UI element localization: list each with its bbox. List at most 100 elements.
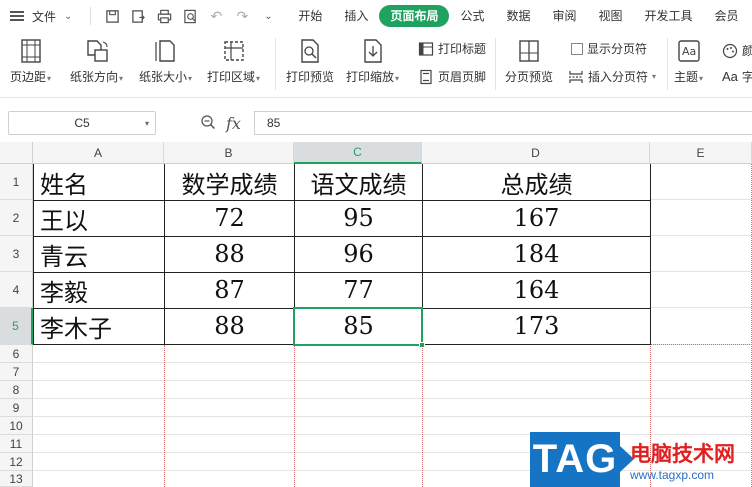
- orientation-button[interactable]: 纸张方向▾: [70, 38, 123, 85]
- theme-label: 主题: [674, 70, 699, 84]
- cell-b3[interactable]: 88: [165, 236, 294, 272]
- cell-a1[interactable]: 姓名: [34, 164, 164, 200]
- cell-c3[interactable]: 96: [295, 236, 422, 272]
- chevron-down-icon[interactable]: ▾: [145, 119, 149, 128]
- print-preview-label: 打印预览: [286, 70, 335, 84]
- print-scale-icon: [360, 38, 386, 64]
- cell-d5[interactable]: 173: [423, 308, 650, 344]
- print-preview-button[interactable]: 打印预览: [286, 38, 334, 85]
- row-header-8[interactable]: 8: [0, 381, 33, 399]
- theme-fonts-button[interactable]: Aa 字: [722, 68, 752, 85]
- gridline: [650, 307, 752, 308]
- row-header-9[interactable]: 9: [0, 399, 33, 417]
- formula-input[interactable]: 85: [254, 111, 752, 135]
- active-cell-selection: [293, 307, 423, 346]
- cell-a2[interactable]: 王以: [34, 200, 164, 236]
- cell-b5[interactable]: 88: [165, 308, 294, 344]
- column-header-a[interactable]: A: [33, 142, 164, 164]
- tab-formulas[interactable]: 公式: [449, 5, 495, 27]
- fill-handle[interactable]: [419, 342, 425, 348]
- tab-review[interactable]: 审阅: [541, 5, 587, 27]
- redo-icon[interactable]: ↷: [233, 7, 251, 25]
- undo-icon[interactable]: ↶: [207, 7, 225, 25]
- column-header-b[interactable]: B: [164, 142, 294, 164]
- export-pdf-icon[interactable]: [129, 7, 147, 25]
- ribbon-divider: [495, 38, 496, 90]
- gridline: [33, 398, 752, 399]
- row-header-5[interactable]: 5: [0, 308, 33, 345]
- theme-button[interactable]: Aa 主题▾: [674, 38, 703, 85]
- insert-page-break-label: 插入分页符: [588, 70, 649, 84]
- chevron-down-icon: ⌄: [64, 10, 73, 22]
- cell-d1[interactable]: 总成绩: [423, 164, 650, 200]
- theme-colors-button[interactable]: 颜: [722, 42, 752, 59]
- cell-d3[interactable]: 184: [423, 236, 650, 272]
- page-break-line: [294, 345, 295, 487]
- print-icon[interactable]: [155, 7, 173, 25]
- row-header-10[interactable]: 10: [0, 417, 33, 435]
- file-menu[interactable]: 文件 ⌄: [0, 0, 72, 32]
- row-header-13[interactable]: 13: [0, 471, 33, 487]
- header-footer-button[interactable]: 页眉页脚: [418, 68, 486, 85]
- zoom-search-icon[interactable]: [200, 114, 216, 133]
- paper-size-label: 纸张大小: [139, 70, 188, 84]
- tab-member[interactable]: 会员: [704, 5, 750, 27]
- print-preview-large-icon: [297, 38, 323, 64]
- svg-text:Aa: Aa: [682, 45, 696, 58]
- row-header-12[interactable]: 12: [0, 453, 33, 471]
- page-break-line: [422, 345, 423, 487]
- print-preview-icon[interactable]: [181, 7, 199, 25]
- cell-b1[interactable]: 数学成绩: [165, 164, 294, 200]
- margins-button[interactable]: 页边距▾: [10, 38, 51, 85]
- row-header-1[interactable]: 1: [0, 164, 33, 200]
- row-header-7[interactable]: 7: [0, 363, 33, 381]
- insert-page-break-button[interactable]: 插入分页符 ▾: [568, 68, 656, 85]
- column-header-e[interactable]: E: [650, 142, 752, 164]
- show-page-breaks-checkbox[interactable]: 显示分页符: [571, 40, 647, 57]
- name-box[interactable]: C5 ▾: [8, 111, 156, 135]
- print-titles-button[interactable]: 打印标题: [418, 40, 486, 57]
- tab-view[interactable]: 视图: [588, 5, 634, 27]
- cell-a3[interactable]: 青云: [34, 236, 164, 272]
- fx-button[interactable]: fx: [226, 114, 241, 133]
- row-header-4[interactable]: 4: [0, 272, 33, 308]
- print-area-button[interactable]: 打印区域▾: [207, 38, 260, 85]
- header-footer-label: 页眉页脚: [438, 70, 487, 84]
- tab-developer[interactable]: 开发工具: [634, 5, 704, 27]
- row-header-11[interactable]: 11: [0, 435, 33, 453]
- row-header-3[interactable]: 3: [0, 236, 33, 272]
- cell-d4[interactable]: 164: [423, 272, 650, 308]
- select-all-corner[interactable]: [0, 142, 33, 164]
- page-break-preview-icon: [516, 38, 542, 64]
- row-header-2[interactable]: 2: [0, 200, 33, 236]
- toolbar-divider: [90, 7, 92, 25]
- menu-bar: 文件 ⌄ ↶ ↷ ⌄ 开始 插入 页面布局 公式 数据 审阅 视图 开发工具 会…: [0, 0, 752, 32]
- column-header-d[interactable]: D: [422, 142, 650, 164]
- cell-c4[interactable]: 77: [295, 272, 422, 308]
- print-scale-button[interactable]: 打印缩放▾: [346, 38, 399, 85]
- save-icon[interactable]: [103, 7, 121, 25]
- paper-size-button[interactable]: 纸张大小▾: [139, 38, 192, 85]
- tab-page-layout[interactable]: 页面布局: [379, 5, 450, 27]
- cell-d2[interactable]: 167: [423, 200, 650, 236]
- quick-access-toolbar: ↶ ↷ ⌄: [86, 7, 277, 25]
- cell-c1[interactable]: 语文成绩: [295, 164, 422, 200]
- more-options-icon[interactable]: ⌄: [259, 7, 277, 25]
- formula-input-value: 85: [267, 116, 281, 130]
- cell-b2[interactable]: 72: [165, 200, 294, 236]
- checkbox-icon: [571, 42, 583, 55]
- tab-data[interactable]: 数据: [495, 5, 541, 27]
- cell-c2[interactable]: 95: [295, 200, 422, 236]
- row-header-6[interactable]: 6: [0, 345, 33, 363]
- cell-a4[interactable]: 李毅: [34, 272, 164, 308]
- print-titles-label: 打印标题: [438, 42, 487, 56]
- page-break-preview-button[interactable]: 分页预览: [505, 38, 553, 85]
- column-header-c[interactable]: C: [294, 142, 422, 164]
- tab-insert[interactable]: 插入: [333, 5, 379, 27]
- tab-home[interactable]: 开始: [287, 5, 333, 27]
- show-page-breaks-label: 显示分页符: [587, 42, 648, 56]
- paper-size-icon: [153, 38, 179, 64]
- cell-b4[interactable]: 87: [165, 272, 294, 308]
- ribbon-divider: [275, 38, 276, 90]
- cell-a5[interactable]: 李木子: [34, 308, 164, 344]
